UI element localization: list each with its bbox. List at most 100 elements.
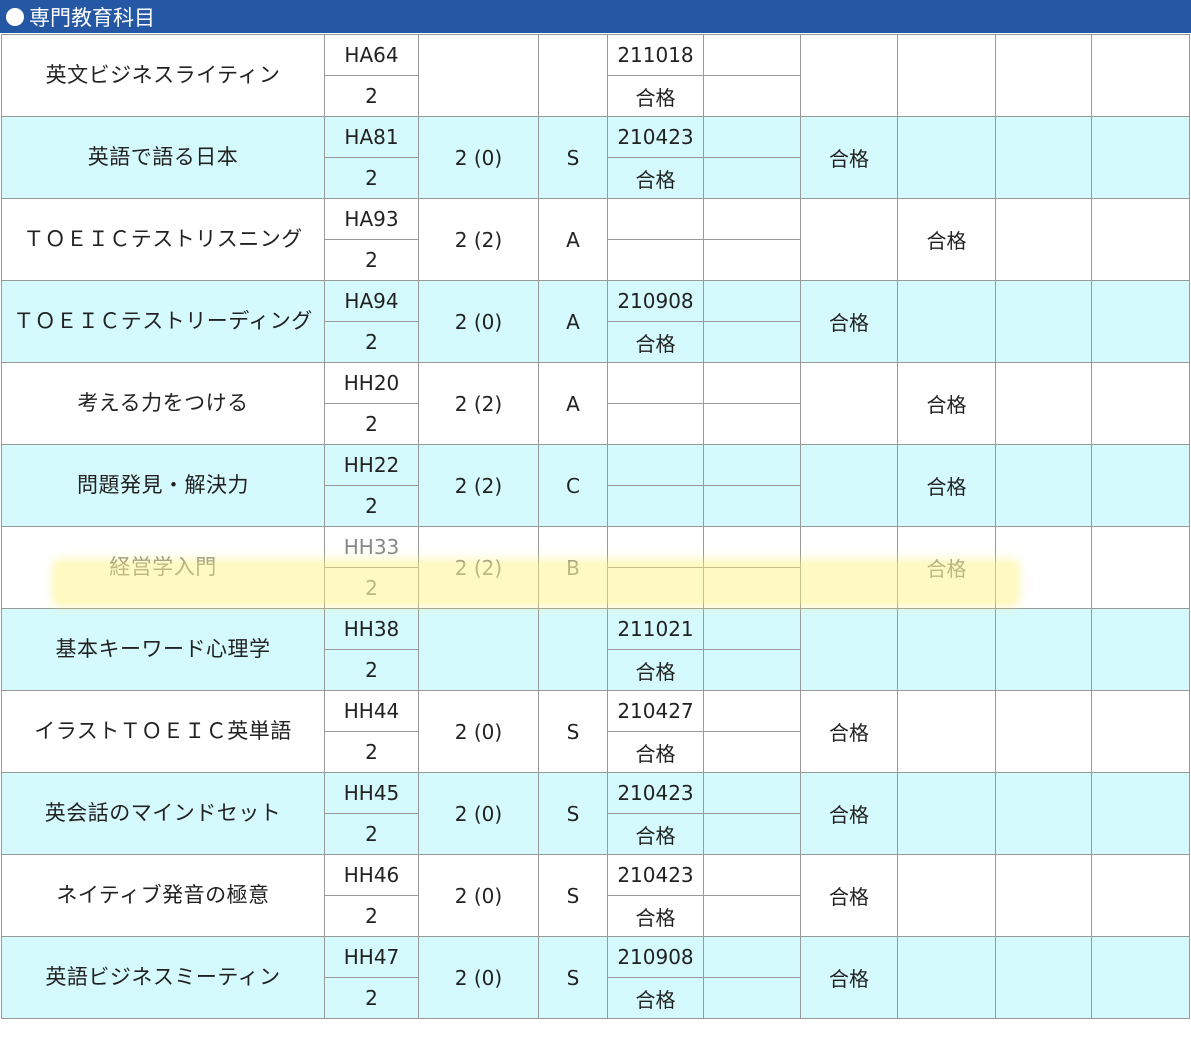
credit-cell: 2 (0) [418, 772, 539, 855]
pass-cell-2: 合格 [897, 526, 996, 609]
course-code: HH45 [324, 772, 419, 814]
date-extra-cell [703, 198, 801, 240]
empty-cell [995, 936, 1092, 1019]
date-result-cell: 合格 [607, 731, 704, 773]
date-extra-cell [703, 526, 801, 568]
grade-cell: A [538, 280, 608, 363]
table-row: 英文ビジネスライティン HA64 211018 [1, 34, 1190, 117]
bullet-icon [6, 7, 24, 26]
empty-cell [995, 526, 1092, 609]
grade-cell: A [538, 198, 608, 281]
credit-cell [418, 608, 539, 691]
date-extra-cell [703, 731, 801, 773]
pass-cell-2 [897, 608, 996, 691]
date-extra-cell [703, 854, 801, 896]
empty-cell [995, 362, 1092, 445]
credit-cell: 2 (0) [418, 936, 539, 1019]
empty-cell [1091, 362, 1190, 445]
course-name: 英文ビジネスライティン [1, 34, 325, 117]
empty-cell [995, 854, 1092, 937]
date-cell: 210423 [607, 854, 704, 896]
date-result-cell: 合格 [607, 813, 704, 855]
date-result-cell [607, 239, 704, 281]
course-units: 2 [324, 567, 419, 609]
pass-cell: 合格 [800, 690, 898, 773]
pass-cell [800, 608, 898, 691]
course-name: イラストＴＯＥＩＣ英単語 [1, 690, 325, 773]
credit-cell: 2 (0) [418, 280, 539, 363]
date-extra-cell [703, 895, 801, 937]
course-name: 経営学入門 [1, 526, 325, 609]
grade-cell [538, 34, 608, 117]
table-row: 考える力をつける HH20 2 (2) A 合格 [1, 362, 1190, 445]
grade-cell: S [538, 936, 608, 1019]
date-extra-cell [703, 444, 801, 486]
pass-cell: 合格 [800, 854, 898, 937]
date-cell [607, 444, 704, 486]
date-extra-cell [703, 608, 801, 650]
date-result-cell: 合格 [607, 75, 704, 117]
table-row: イラストＴＯＥＩＣ英単語 HH44 2 (0) S 210427 合格 [1, 690, 1190, 773]
empty-cell [1091, 608, 1190, 691]
section-header: 専門教育科目 [0, 0, 1191, 33]
pass-cell: 合格 [800, 936, 898, 1019]
date-result-cell: 合格 [607, 895, 704, 937]
empty-cell [995, 280, 1092, 363]
course-code: HH20 [324, 362, 419, 404]
course-code: HA81 [324, 116, 419, 158]
empty-cell [1091, 116, 1190, 199]
table-row: 英会話のマインドセット HH45 2 (0) S 210423 合格 [1, 772, 1190, 855]
grade-cell: B [538, 526, 608, 609]
pass-cell [800, 34, 898, 117]
date-extra-cell [703, 116, 801, 158]
grade-cell: S [538, 772, 608, 855]
table-row: 問題発見・解決力 HH22 2 (2) C 合格 [1, 444, 1190, 527]
course-code: HH46 [324, 854, 419, 896]
course-units: 2 [324, 649, 419, 691]
date-cell: 211021 [607, 608, 704, 650]
pass-cell-2 [897, 854, 996, 937]
credit-cell [418, 34, 539, 117]
course-code: HH44 [324, 690, 419, 732]
table-row: 英語で語る日本 HA81 2 (0) S 210423 合格 [1, 116, 1190, 199]
table-row: 英語ビジネスミーティン HH47 2 (0) S 210908 合格 [1, 936, 1190, 1019]
date-result-cell: 合格 [607, 649, 704, 691]
table-row: ＴＯＥＩＣテストリーディング HA94 2 (0) A 210908 合格 [1, 280, 1190, 363]
empty-cell [995, 608, 1092, 691]
empty-cell [1091, 198, 1190, 281]
credit-cell: 2 (2) [418, 198, 539, 281]
date-extra-cell [703, 321, 801, 363]
pass-cell-2 [897, 116, 996, 199]
empty-cell [1091, 280, 1190, 363]
date-cell [607, 362, 704, 404]
empty-cell [995, 444, 1092, 527]
date-result-cell [607, 485, 704, 527]
empty-cell [995, 198, 1092, 281]
date-extra-cell [703, 936, 801, 978]
credit-cell: 2 (2) [418, 526, 539, 609]
grade-cell: S [538, 854, 608, 937]
course-code: HH22 [324, 444, 419, 486]
course-name: 問題発見・解決力 [1, 444, 325, 527]
pass-cell-2 [897, 690, 996, 773]
grade-cell: A [538, 362, 608, 445]
credit-cell: 2 (2) [418, 362, 539, 445]
course-code: HH47 [324, 936, 419, 978]
table-row: ネイティブ発音の極意 HH46 2 (0) S 210423 合格 [1, 854, 1190, 937]
table-row: 基本キーワード心理学 HH38 211021 [1, 608, 1190, 691]
date-result-cell: 合格 [607, 977, 704, 1019]
course-units: 2 [324, 157, 419, 199]
date-cell: 210908 [607, 280, 704, 322]
empty-cell [1091, 526, 1190, 609]
empty-cell [1091, 34, 1190, 117]
empty-cell [1091, 772, 1190, 855]
course-name: ネイティブ発音の極意 [1, 854, 325, 937]
grade-cell [538, 608, 608, 691]
credit-cell: 2 (0) [418, 690, 539, 773]
course-units: 2 [324, 321, 419, 363]
course-name: 英語ビジネスミーティン [1, 936, 325, 1019]
date-extra-cell [703, 239, 801, 281]
date-cell: 211018 [607, 34, 704, 76]
date-result-cell [607, 403, 704, 445]
course-code: HH33 [324, 526, 419, 568]
